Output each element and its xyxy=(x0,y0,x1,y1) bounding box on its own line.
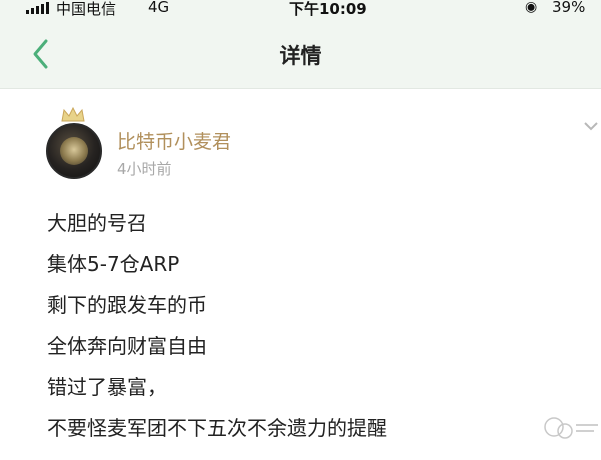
crown-icon xyxy=(61,107,85,122)
page-title: 详情 xyxy=(279,44,322,68)
post-line: 集体5-7仓ARP xyxy=(47,252,180,276)
post-line: 不要怪麦军团不下五次不余遗力的提醒 xyxy=(47,416,387,440)
post-line: 全体奔向财富自由 xyxy=(47,334,207,358)
post-body: 大胆的号召 集体5-7仓ARP 剩下的跟发车的币 全体奔向财富自由 错过了暴富，… xyxy=(47,203,387,449)
author-name[interactable]: 比特币小麦君 xyxy=(117,127,231,154)
chevron-down-icon[interactable] xyxy=(582,119,600,133)
post-line: 剩下的跟发车的币 xyxy=(47,293,207,317)
avatar[interactable] xyxy=(46,123,102,179)
post-card: 比特币小麦君 4小时前 大胆的号召 集体5-7仓ARP 剩下的跟发车的币 全体奔… xyxy=(0,89,601,460)
status-bar: 中国电信 4G 下午10:09 ◉ 39% xyxy=(0,0,601,18)
post-timestamp: 4小时前 xyxy=(117,160,172,178)
signal-icon xyxy=(26,2,49,14)
post-line: 错过了暴富， xyxy=(47,375,167,399)
watermark-logo-icon xyxy=(544,417,598,439)
rotation-lock-icon: ◉ xyxy=(525,0,538,15)
battery-level: 39% xyxy=(552,0,586,16)
network-type: 4G xyxy=(148,0,170,16)
clock: 下午10:09 xyxy=(289,0,367,18)
carrier-name: 中国电信 xyxy=(56,0,117,18)
nav-bar: 详情 xyxy=(0,18,601,89)
post-line: 大胆的号召 xyxy=(47,211,147,235)
